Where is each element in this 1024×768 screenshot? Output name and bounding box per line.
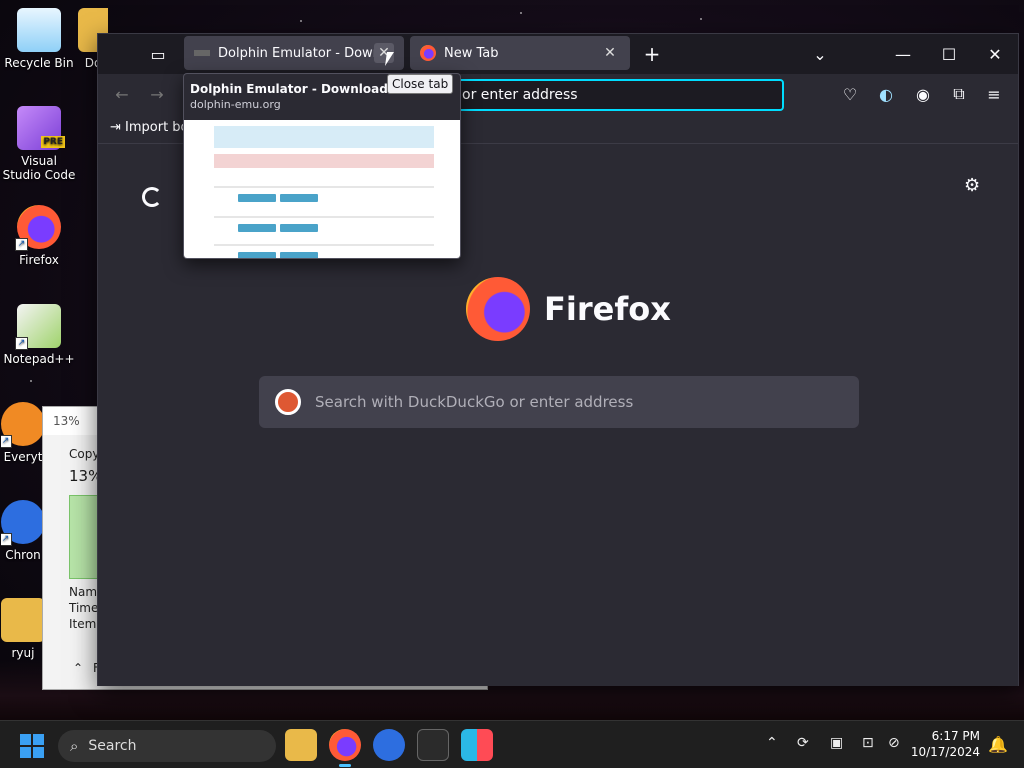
desktop-icon-everything[interactable]: ↗ Everyt [1,402,45,464]
tab-hover-preview: Dolphin Emulator - Download dolphin-emu.… [183,73,461,259]
forward-arrow-icon[interactable]: → [141,78,173,110]
close-window-icon[interactable]: ✕ [979,38,1011,70]
shortcut-arrow-icon: ↗ [15,337,28,350]
desktop-icon-label: Everyt [3,450,43,464]
firefox-wordmark: Firefox [544,290,671,328]
shortcut-arrow-icon: ↗ [15,238,28,251]
sync-icon[interactable]: ⟳ [797,735,809,751]
firefox-icon: ↗ [15,205,61,251]
firefox-logo-icon [466,277,530,341]
everything-search-icon: ↗ [1,402,45,448]
thumbnail-row [214,244,434,246]
search-icon: ⌕ [70,737,79,755]
thumbnail-row [214,216,434,218]
preview-url: dolphin-emu.org [190,98,281,111]
menu-hamburger-icon[interactable]: ≡ [978,78,1010,110]
desktop-icon-chrome[interactable]: ↗ Chron [1,500,45,562]
tab-label: New Tab [444,45,499,61]
minimize-icon[interactable]: — [887,38,919,70]
desktop-icon-ryujinx[interactable]: ryuj [1,598,45,660]
desktop-icon-firefox[interactable]: ↗ Firefox [1,205,77,267]
firefox-taskbar-icon[interactable] [329,729,361,767]
dolphin-favicon-icon [194,50,210,56]
import-bookmarks-button[interactable]: ⇥ Import bo [110,120,189,135]
network-icon[interactable]: ⊡ [862,735,874,751]
tab-label: Dolphin Emulator - Download [218,45,374,61]
extension-icon[interactable]: ◐ [870,78,902,110]
maximize-icon[interactable]: ☐ [933,38,965,70]
desktop-icon-notepadpp[interactable]: ↗ Notepad++ [1,304,77,366]
taskbar-clock[interactable]: 6:17 PM 10/17/2024 [911,728,980,760]
list-all-tabs-chevron-icon[interactable]: ⌄ [804,38,836,70]
back-arrow-icon[interactable]: ← [106,78,138,110]
import-icon: ⇥ [110,120,126,135]
firefox-brand: Firefox [466,277,671,341]
notepadpp-icon: ↗ [15,304,61,350]
thumbnail-row [214,186,434,188]
chrome-taskbar-icon[interactable] [373,729,405,761]
volume-muted-icon[interactable]: ⊘ [888,735,900,751]
thumbnail-button [238,252,276,258]
loading-spinner-icon [142,187,162,207]
taskbar: ⌕ Search ⌃ ⟳ ▣ ⊡ ⊘ 6:17 PM 10/17/2024 🔔 [0,720,1024,768]
desktop-icon-label: ryuj [11,646,35,660]
duckduckgo-icon [275,389,301,415]
thumbnail-button [238,224,276,232]
copy-status: Copy [69,447,100,461]
thumbnail-warning [214,154,434,168]
tab-dolphin-emulator[interactable]: Dolphin Emulator - Download ✕ [184,36,404,70]
preview-badge: PRE [41,136,65,148]
shortcut-arrow-icon: ↗ [1,435,12,448]
import-bookmarks-label: Import bo [125,120,189,135]
desktop-icon-label: Notepad++ [3,352,75,366]
search-placeholder: Search with DuckDuckGo or enter address [315,393,634,411]
thumbnail-button [280,224,318,232]
chrome-icon: ↗ [1,500,45,546]
preview-thumbnail [184,120,460,258]
detail-time: Time [69,601,99,615]
desktop-icon-label: Firefox [19,253,59,267]
newtab-search-box[interactable]: Search with DuckDuckGo or enter address [259,376,859,428]
file-explorer-icon[interactable] [285,729,317,761]
thumbnail-button [280,252,318,258]
settings-gear-icon[interactable]: ⚙ [964,175,980,196]
clock-date: 10/17/2024 [910,745,980,759]
recycle-bin-icon [17,8,61,52]
desktop-icon-recycle-bin[interactable]: Recycle Bin [1,8,77,70]
copy-dialog-title: 13% [53,414,80,428]
desktop-icon-label: Visual Studio Code [2,154,76,182]
thumbnail-notice [214,126,434,148]
url-bar-text: or enter address [462,87,578,103]
thumbnail-button [280,194,318,202]
tab-new-tab[interactable]: New Tab ✕ [410,36,630,70]
preview-title: Dolphin Emulator - Download [190,82,388,96]
desktop-icon-label: Chron [5,548,41,562]
taskbar-search-label: Search [88,738,137,754]
vscode-icon: PRE [17,106,65,150]
fewer-details-chevron-icon[interactable]: ⌃ [73,661,83,675]
notification-bell-icon[interactable]: 🔔 [988,735,1008,754]
firefox-favicon-icon [420,45,436,61]
new-tab-button[interactable]: + [636,38,668,70]
desktop-icon-vscode[interactable]: PRE Visual Studio Code [1,106,77,182]
taskbar-search[interactable]: ⌕ Search [58,730,276,762]
desktop-icon-label: Recycle Bin [4,56,74,70]
url-bar[interactable]: or enter address [446,79,784,111]
pocket-icon[interactable]: ♡ [834,78,866,110]
shortcut-arrow-icon: ↗ [1,533,12,546]
folder-icon [1,598,45,642]
extensions-puzzle-icon[interactable]: ⧉ [943,78,975,110]
tab-close-icon[interactable]: ✕ [600,43,620,63]
firefox-view-icon[interactable]: ▭ [142,38,174,70]
start-button-windows-icon[interactable] [20,734,44,758]
clock-time: 6:17 PM [931,729,980,743]
tab-strip: ▭ Dolphin Emulator - Download ✕ New Tab … [98,34,1018,74]
terminal-icon[interactable] [417,729,449,761]
thumbnail-button [238,194,276,202]
close-tab-tooltip: Close tab [387,74,454,94]
show-hidden-icons-chevron-icon[interactable]: ⌃ [766,735,778,751]
account-icon[interactable]: ◉ [907,78,939,110]
device-icon[interactable]: ▣ [830,735,843,751]
ryujinx-icon[interactable] [461,729,493,761]
